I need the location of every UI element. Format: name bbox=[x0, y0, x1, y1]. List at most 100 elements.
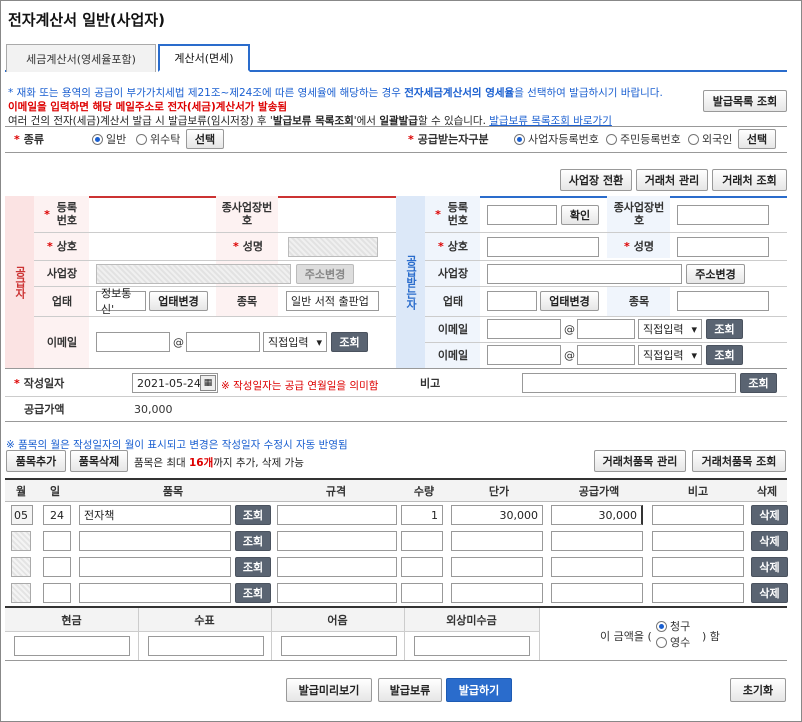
receiver-email-lookup-button-1[interactable]: 조회 bbox=[706, 319, 743, 339]
supplier-email-lookup-button[interactable]: 조회 bbox=[331, 332, 368, 352]
supplier-email-id-input[interactable] bbox=[96, 332, 170, 352]
kind-consign-radio[interactable]: 위수탁 bbox=[136, 129, 180, 149]
row-price[interactable] bbox=[451, 583, 543, 603]
receiver-biz-type-change-button[interactable]: 업태변경 bbox=[540, 291, 599, 311]
row-item-lookup-button[interactable]: 조회 bbox=[235, 531, 271, 551]
row-day[interactable] bbox=[43, 531, 71, 551]
memo-lookup-button[interactable]: 조회 bbox=[740, 373, 777, 393]
row-day[interactable] bbox=[43, 583, 71, 603]
row-price[interactable] bbox=[451, 557, 543, 577]
client-lookup-button[interactable]: 거래처 조회 bbox=[712, 169, 787, 191]
receiver-email-lookup-button-2[interactable]: 조회 bbox=[706, 345, 743, 365]
row-amount[interactable] bbox=[551, 583, 643, 603]
tab-invoice[interactable]: 계산서(면세) bbox=[158, 44, 250, 72]
client-item-manage-button[interactable]: 거래처품목 관리 bbox=[594, 450, 686, 472]
row-qty[interactable] bbox=[401, 583, 443, 603]
row-memo[interactable] bbox=[652, 557, 744, 577]
payment-credit-input[interactable] bbox=[414, 636, 530, 656]
row-amount[interactable]: 30,000 bbox=[551, 505, 643, 525]
receiver-email-domain-select-2[interactable]: 직접입력 ▾ bbox=[638, 345, 702, 365]
receiver-type-foreign-radio[interactable]: 외국인 bbox=[688, 129, 732, 149]
supplier-item-input[interactable]: 일반 서적 출판업 bbox=[286, 291, 379, 311]
row-day[interactable] bbox=[43, 557, 71, 577]
row-memo[interactable] bbox=[652, 583, 744, 603]
receiver-email-id-input-2[interactable] bbox=[487, 345, 561, 365]
claim-suffix: ) 함 bbox=[702, 630, 720, 643]
supplier-biz-type-input[interactable]: 정보통신' bbox=[96, 287, 146, 316]
switch-workplace-button[interactable]: 사업장 전환 bbox=[560, 169, 632, 191]
receiver-addr-change-button[interactable]: 주소변경 bbox=[686, 264, 745, 284]
receiver-item-input[interactable] bbox=[677, 291, 769, 311]
tab-tax-invoice[interactable]: 세금계산서(영세율포함) bbox=[6, 44, 156, 72]
row-delete-button[interactable]: 삭제 bbox=[751, 583, 788, 603]
kind-select-button[interactable]: 선택 bbox=[186, 129, 224, 149]
row-qty[interactable] bbox=[401, 557, 443, 577]
receiver-sub-no-input[interactable] bbox=[677, 205, 769, 225]
row-price[interactable] bbox=[451, 531, 543, 551]
supplier-sub-no-label: 종사업장번호 bbox=[221, 201, 273, 227]
col-month: 월 bbox=[15, 484, 27, 498]
payment-check-input[interactable] bbox=[148, 636, 264, 656]
receiver-email-domain-input-1[interactable] bbox=[577, 319, 635, 339]
row-spec[interactable] bbox=[277, 505, 397, 525]
supplier-addr-change-button[interactable]: 주소변경 bbox=[296, 264, 354, 284]
calendar-icon[interactable]: ▦ bbox=[200, 375, 216, 391]
row-qty[interactable] bbox=[401, 531, 443, 551]
supplier-email-domain-input[interactable] bbox=[186, 332, 260, 352]
receiver-type-business-radio[interactable]: 사업자등록번호 bbox=[514, 129, 599, 149]
receiver-name-input[interactable] bbox=[487, 237, 599, 257]
row-qty[interactable]: 1 bbox=[401, 505, 443, 525]
supply-value: 30,000 bbox=[134, 402, 173, 416]
row-item[interactable] bbox=[79, 531, 231, 551]
issue-button[interactable]: 발급하기 bbox=[446, 678, 512, 702]
client-manage-button[interactable]: 거래처 관리 bbox=[636, 169, 708, 191]
row-price[interactable]: 30,000 bbox=[451, 505, 543, 525]
receiver-ceo-input[interactable] bbox=[677, 237, 769, 257]
receiver-email-domain-input-2[interactable] bbox=[577, 345, 635, 365]
row-delete-button[interactable]: 삭제 bbox=[751, 557, 788, 577]
hold-button[interactable]: 발급보류 bbox=[378, 678, 442, 702]
memo-input[interactable] bbox=[522, 373, 736, 393]
supplier-biz-type-change-button[interactable]: 업태변경 bbox=[149, 291, 208, 311]
row-item-lookup-button[interactable]: 조회 bbox=[235, 557, 271, 577]
issue-list-button[interactable]: 발급목록 조회 bbox=[703, 90, 787, 112]
row-amount[interactable] bbox=[551, 531, 643, 551]
delete-item-button[interactable]: 품목삭제 bbox=[70, 450, 128, 472]
row-delete-button[interactable]: 삭제 bbox=[751, 531, 788, 551]
payment-cash-input[interactable] bbox=[14, 636, 130, 656]
row-spec[interactable] bbox=[277, 583, 397, 603]
kind-general-radio[interactable]: 일반 bbox=[92, 129, 126, 149]
receipt-radio[interactable]: 영수 bbox=[656, 634, 690, 650]
row-day[interactable]: 24 bbox=[43, 505, 71, 525]
row-spec[interactable] bbox=[277, 557, 397, 577]
row-item-lookup-button[interactable]: 조회 bbox=[235, 583, 271, 603]
row-item[interactable] bbox=[79, 557, 231, 577]
receiver-addr-input[interactable] bbox=[487, 264, 682, 284]
row-item-lookup-button[interactable]: 조회 bbox=[235, 505, 271, 525]
reset-button[interactable]: 초기화 bbox=[730, 678, 786, 702]
receiver-confirm-button[interactable]: 확인 bbox=[561, 205, 599, 225]
row-memo[interactable] bbox=[652, 505, 744, 525]
receiver-reg-no-input[interactable] bbox=[487, 205, 557, 225]
preview-button[interactable]: 발급미리보기 bbox=[286, 678, 372, 702]
receiver-email-domain-select-1[interactable]: 직접입력 ▾ bbox=[638, 319, 702, 339]
payment-note-input[interactable] bbox=[281, 636, 397, 656]
row-memo[interactable] bbox=[652, 531, 744, 551]
row-amount[interactable] bbox=[551, 557, 643, 577]
receiver-email-label-2: 이메일 bbox=[437, 349, 469, 362]
row-month bbox=[11, 531, 31, 551]
add-item-button[interactable]: 품목추가 bbox=[6, 450, 66, 472]
row-item[interactable] bbox=[79, 583, 231, 603]
receiver-type-select-button[interactable]: 선택 bbox=[738, 129, 776, 149]
supplier-ceo-label: * 성명 bbox=[232, 239, 263, 254]
receiver-email-id-input-1[interactable] bbox=[487, 319, 561, 339]
row-item[interactable]: 전자책 bbox=[79, 505, 231, 525]
row-delete-button[interactable]: 삭제 bbox=[751, 505, 788, 525]
client-item-lookup-button[interactable]: 거래처품목 조회 bbox=[692, 450, 786, 472]
notice-line-2: 이메일을 입력하면 해당 메일주소로 전자(세금)계산서가 발송됨 bbox=[8, 101, 288, 113]
receiver-type-resident-radio[interactable]: 주민등록번호 bbox=[606, 129, 681, 149]
receiver-biz-type-input[interactable] bbox=[487, 291, 537, 311]
claim-radio[interactable]: 청구 bbox=[656, 618, 690, 634]
supplier-email-domain-select[interactable]: 직접입력 ▾ bbox=[263, 332, 327, 352]
row-spec[interactable] bbox=[277, 531, 397, 551]
